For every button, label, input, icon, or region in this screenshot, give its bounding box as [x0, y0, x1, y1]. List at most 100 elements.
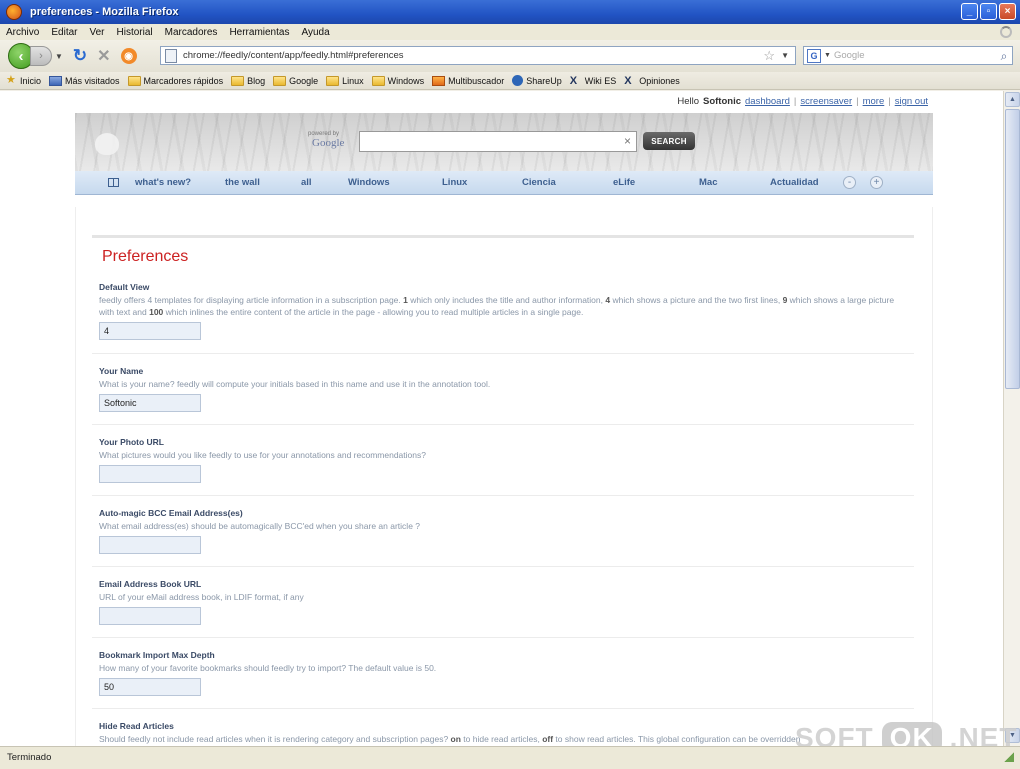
bookmarks-toolbar: ★ Inicio Más visitados Marcadores rápidos…	[0, 72, 1020, 90]
field-default-view: Default View feedly offers 4 templates f…	[99, 282, 909, 340]
field-label: Your Photo URL	[99, 437, 164, 447]
bookmark-windows[interactable]: Windows	[371, 75, 424, 86]
bookmark-opiniones[interactable]: X Opiniones	[624, 74, 680, 87]
firefox-icon	[6, 4, 22, 20]
bookmark-depth-input[interactable]: 50	[99, 678, 201, 696]
page-icon	[165, 48, 177, 63]
feedly-logo[interactable]	[95, 133, 119, 155]
book-icon[interactable]	[108, 178, 119, 187]
scrollbar-thumb[interactable]	[1005, 109, 1020, 389]
bookmark-blog[interactable]: Blog	[231, 75, 265, 86]
field-label: Bookmark Import Max Depth	[99, 650, 215, 660]
field-label: Hide Read Articles	[99, 721, 174, 731]
link-dashboard[interactable]: dashboard	[745, 96, 790, 107]
bookmark-multibuscador[interactable]: Multibuscador	[432, 75, 504, 86]
menu-ver[interactable]: Ver	[89, 27, 104, 38]
menu-ayuda[interactable]: Ayuda	[301, 27, 329, 38]
loading-throbber-icon	[1000, 26, 1012, 38]
bookmark-wiki-es[interactable]: X Wiki ES	[569, 74, 617, 87]
page-icon	[49, 75, 63, 86]
divider	[92, 708, 914, 709]
field-hide-read-articles: Hide Read Articles Should feedly not inc…	[99, 721, 909, 745]
menu-archivo[interactable]: Archivo	[6, 27, 39, 38]
default-view-input[interactable]: 4	[99, 322, 201, 340]
stop-icon[interactable]: ✕	[97, 46, 110, 66]
engine-dropdown-icon[interactable]: ▼	[824, 52, 831, 59]
wiki-icon: X	[569, 74, 578, 87]
search-input[interactable]: Google	[834, 50, 996, 61]
link-more[interactable]: more	[863, 96, 885, 107]
tab-mac[interactable]: Mac	[699, 177, 717, 188]
field-photo-url: Your Photo URL What pictures would you l…	[99, 437, 909, 483]
search-magnifier-icon[interactable]: ⌕	[996, 49, 1012, 63]
page-title: Preferences	[102, 248, 189, 265]
bcc-email-input[interactable]	[99, 536, 201, 554]
google-engine-icon[interactable]: G	[807, 48, 821, 63]
bookmark-marcadores-rapidos[interactable]: Marcadores rápidos	[127, 75, 223, 86]
add-tab-icon[interactable]: +	[870, 176, 883, 189]
maximize-button[interactable]: ▫	[980, 3, 997, 20]
menu-editar[interactable]: Editar	[51, 27, 77, 38]
your-name-input[interactable]: Softonic	[99, 394, 201, 412]
tab-actualidad[interactable]: Actualidad	[770, 177, 819, 188]
bookmark-google[interactable]: Google	[273, 75, 318, 86]
search-button[interactable]: SEARCH	[643, 132, 695, 150]
folder-icon	[371, 75, 385, 86]
menu-historial[interactable]: Historial	[117, 27, 153, 38]
window-title: preferences - Mozilla Firefox	[30, 6, 179, 18]
divider	[92, 235, 914, 238]
link-sign-out[interactable]: sign out	[895, 96, 928, 107]
url-dropdown-icon[interactable]: ▼	[781, 51, 789, 60]
menu-herramientas[interactable]: Herramientas	[229, 27, 289, 38]
tab-all[interactable]: all	[301, 177, 312, 188]
bookmark-star-icon[interactable]: ☆	[763, 48, 775, 64]
clear-search-icon[interactable]: ×	[624, 134, 631, 148]
menu-marcadores[interactable]: Marcadores	[165, 27, 218, 38]
field-description: What pictures would you like feedly to u…	[99, 450, 426, 460]
resize-grip-icon[interactable]	[1004, 752, 1014, 762]
tab-windows[interactable]: Windows	[348, 177, 390, 188]
field-bookmark-import-depth: Bookmark Import Max Depth How many of yo…	[99, 650, 909, 696]
scroll-up-arrow-icon[interactable]: ▲	[1005, 92, 1020, 107]
username: Softonic	[703, 96, 741, 107]
tab-whats-new[interactable]: what's new?	[135, 177, 191, 188]
field-description: URL of your eMail address book, in LDIF …	[99, 592, 304, 602]
shareup-icon	[512, 75, 524, 86]
search-bar[interactable]: G ▼ Google ⌕	[803, 46, 1013, 65]
category-tabs: what's new? the wall all Windows Linux C…	[75, 171, 933, 195]
bookmark-linux[interactable]: Linux	[326, 75, 364, 86]
vertical-scrollbar[interactable]: ▲ ▼	[1003, 91, 1020, 746]
wiki-icon: X	[624, 74, 632, 87]
field-label: Email Address Book URL	[99, 579, 202, 589]
user-bar: Hello Softonic dashboard | screensaver | m…	[677, 96, 928, 107]
minimize-button[interactable]: _	[961, 3, 978, 20]
field-address-book-url: Email Address Book URL URL of your eMail…	[99, 579, 909, 625]
address-book-url-input[interactable]	[99, 607, 201, 625]
reload-icon[interactable]: ↻	[73, 46, 87, 66]
tab-ciencia[interactable]: Ciencia	[522, 177, 556, 188]
bookmark-shareup[interactable]: ShareUp	[512, 75, 562, 86]
field-description: What email address(es) should be automag…	[99, 521, 421, 531]
link-screensaver[interactable]: screensaver	[800, 96, 852, 107]
tab-elife[interactable]: eLife	[613, 177, 635, 188]
google-logo: Google	[312, 137, 345, 149]
tab-linux[interactable]: Linux	[442, 177, 467, 188]
bookmark-mas-visitados[interactable]: Más visitados	[49, 75, 120, 86]
field-description: What is your name? feedly will compute y…	[99, 379, 491, 389]
address-bar[interactable]: chrome://feedly/content/app/feedly.html#…	[160, 46, 796, 65]
page-content: Hello Softonic dashboard | screensaver | m…	[0, 91, 1003, 746]
field-label: Auto-magic BCC Email Address(es)	[99, 508, 243, 518]
bookmark-inicio[interactable]: ★ Inicio	[6, 75, 41, 86]
tab-the-wall[interactable]: the wall	[225, 177, 260, 188]
photo-url-input[interactable]	[99, 465, 201, 483]
rss-feed-icon[interactable]: ◉	[120, 48, 137, 64]
history-dropdown-icon[interactable]: ▼	[55, 52, 63, 61]
field-description: How many of your favorite bookmarks shou…	[99, 663, 437, 673]
forward-button[interactable]: ›	[30, 46, 52, 66]
url-text[interactable]: chrome://feedly/content/app/feedly.html#…	[183, 50, 763, 61]
feedly-search-input[interactable]: ×	[359, 131, 637, 152]
folder-icon	[273, 75, 287, 86]
close-window-button[interactable]: ×	[999, 3, 1016, 20]
field-description: feedly offers 4 templates for displaying…	[99, 295, 895, 317]
collapse-tabs-icon[interactable]: -	[843, 176, 856, 189]
